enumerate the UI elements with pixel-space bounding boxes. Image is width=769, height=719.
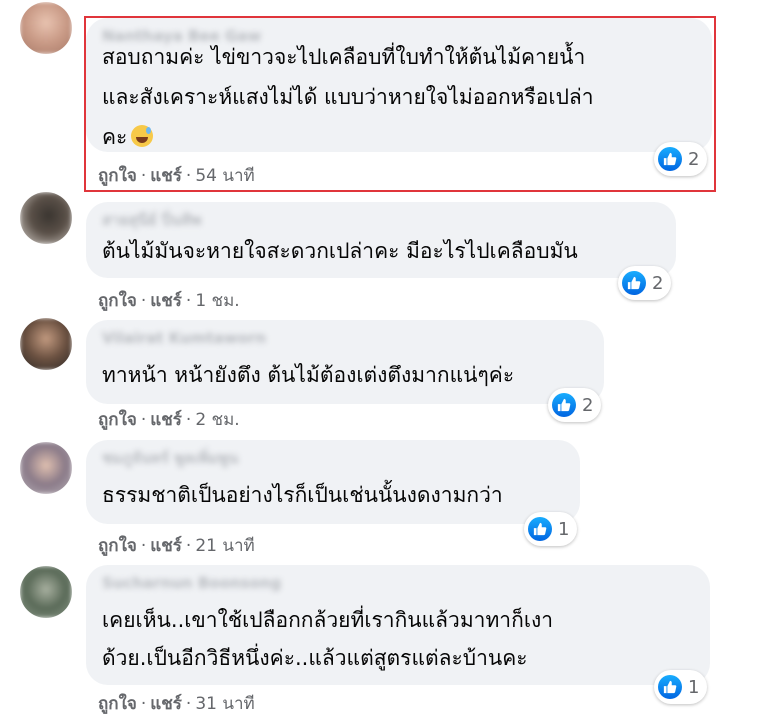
timestamp[interactable]: 21 นาที: [195, 536, 254, 556]
commenter-name[interactable]: ชมภูจันทร์ พูลเพิ่มพูน: [102, 450, 238, 466]
like-icon: [552, 393, 576, 417]
comment-actions: ถูกใจ · แชร์ · 2 ชม.: [98, 406, 240, 433]
separator: ·: [185, 410, 192, 430]
separator: ·: [185, 694, 192, 714]
comment-text-line-1: ทาหน้า หน้ายังตึง ต้นไม้ต้องเต่งตึงมากแน…: [102, 363, 515, 387]
avatar[interactable]: [20, 318, 72, 370]
like-link[interactable]: ถูกใจ: [98, 694, 137, 714]
timestamp[interactable]: 2 ชม.: [195, 410, 239, 430]
reaction-count[interactable]: 1: [524, 512, 578, 546]
avatar[interactable]: [20, 192, 72, 244]
comment-actions: ถูกใจ · แชร์ · 21 นาที: [98, 532, 255, 559]
comment-actions: ถูกใจ · แชร์ · 1 ชม.: [98, 287, 240, 314]
share-link[interactable]: แชร์: [150, 536, 182, 556]
separator: ·: [140, 694, 147, 714]
comment-bubble: Sucharnun Boonsong เคยเห็น..เขาใช้เปลือก…: [86, 565, 710, 685]
reaction-number: 1: [688, 676, 700, 698]
comment-text-line-1: ธรรมชาติเป็นอย่างไรก็เป็นเช่นนั้นงดงามกว…: [102, 483, 503, 507]
comment-text-line-1: เคยเห็น..เขาใช้เปลือกกล้วยที่เรากินแล้วม…: [102, 608, 554, 632]
like-icon: [658, 675, 682, 699]
separator: ·: [140, 410, 147, 430]
comment-actions: ถูกใจ · แชร์ · 31 นาที: [98, 690, 255, 717]
share-link[interactable]: แชร์: [150, 694, 182, 714]
reaction-count[interactable]: 2: [548, 388, 602, 422]
reaction-number: 2: [582, 394, 594, 416]
highlight-box: [84, 16, 716, 192]
separator: ·: [140, 291, 147, 311]
comment-bubble: ชมภูจันทร์ พูลเพิ่มพูน ธรรมชาติเป็นอย่าง…: [86, 440, 580, 524]
commenter-name[interactable]: Vilairat Kumtaworn: [102, 330, 266, 346]
separator: ·: [185, 536, 192, 556]
share-link[interactable]: แชร์: [150, 291, 182, 311]
like-link[interactable]: ถูกใจ: [98, 291, 137, 311]
avatar[interactable]: [20, 566, 72, 618]
comment-bubble: สายสุนีย์ ปิ่นทิพ ต้นไม้มันจะหายใจสะดวกเ…: [86, 202, 676, 278]
commenter-name[interactable]: Sucharnun Boonsong: [102, 575, 281, 591]
timestamp[interactable]: 31 นาที: [195, 694, 254, 714]
reaction-number: 2: [652, 272, 664, 294]
comment-bubble: Vilairat Kumtaworn ทาหน้า หน้ายังตึง ต้น…: [86, 320, 604, 404]
comment-text-line-2: ด้วย.เป็นอีกวิธีหนึ่งค่ะ..แล้วแต่สูตรแต่…: [102, 646, 528, 670]
like-icon: [528, 517, 552, 541]
separator: ·: [185, 291, 192, 311]
like-link[interactable]: ถูกใจ: [98, 410, 137, 430]
commenter-name[interactable]: สายสุนีย์ ปิ่นทิพ: [102, 212, 201, 228]
like-link[interactable]: ถูกใจ: [98, 536, 137, 556]
reaction-count[interactable]: 2: [618, 266, 672, 300]
comment-text-line-1: ต้นไม้มันจะหายใจสะดวกเปล่าคะ มีอะไรไปเคล…: [102, 239, 578, 263]
timestamp[interactable]: 1 ชม.: [195, 291, 239, 311]
reaction-count[interactable]: 1: [654, 670, 708, 704]
avatar[interactable]: [20, 2, 72, 54]
share-link[interactable]: แชร์: [150, 410, 182, 430]
separator: ·: [140, 536, 147, 556]
like-icon: [622, 271, 646, 295]
avatar[interactable]: [20, 442, 72, 494]
reaction-number: 1: [558, 518, 570, 540]
